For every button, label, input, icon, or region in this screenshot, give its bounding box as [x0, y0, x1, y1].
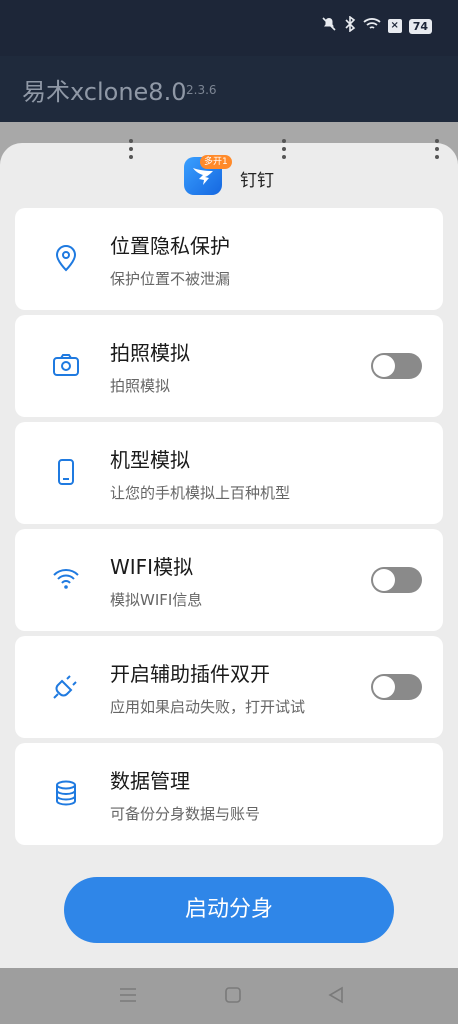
card-data-management[interactable]: 数据管理 可备份分身数据与账号 — [15, 743, 443, 845]
plugin-dual-open-toggle[interactable] — [371, 674, 422, 700]
card-camera-simulation[interactable]: 拍照模拟 拍照模拟 — [15, 315, 443, 417]
mute-icon — [321, 16, 337, 36]
start-clone-button[interactable]: 启动分身 — [64, 877, 394, 943]
menu-nav-icon[interactable] — [118, 986, 138, 1009]
wifi-icon — [53, 569, 79, 589]
sheet-header: 多开1 钉钉 — [0, 155, 458, 197]
bluetooth-icon — [344, 15, 356, 36]
status-bar: × 74 — [0, 0, 458, 56]
location-pin-icon — [55, 244, 77, 272]
card-title: 数据管理 — [110, 769, 190, 793]
app-version: 2.3.6 — [186, 83, 217, 97]
card-title: 机型模拟 — [110, 448, 190, 472]
x-status-icon: × — [387, 19, 402, 33]
card-plugin-dual-open[interactable]: 开启辅助插件双开 应用如果启动失败，打开试试 — [15, 636, 443, 738]
toggle-knob — [373, 569, 395, 591]
app-name: 钉钉 — [240, 171, 274, 191]
card-wifi-simulation[interactable]: WIFI模拟 模拟WIFI信息 — [15, 529, 443, 631]
toggle-knob — [373, 355, 395, 377]
card-subtitle: 保护位置不被泄漏 — [110, 270, 231, 288]
app-title: 易术xclone8.0 — [22, 78, 187, 106]
back-nav-icon[interactable] — [327, 986, 345, 1009]
database-icon — [56, 780, 76, 806]
camera-icon — [53, 354, 79, 376]
system-nav-bar — [0, 968, 458, 1024]
wifi-status-icon — [363, 17, 381, 35]
card-title: 拍照模拟 — [110, 341, 190, 365]
card-location-privacy[interactable]: 位置隐私保护 保护位置不被泄漏 — [15, 208, 443, 310]
status-icons: × 74 — [321, 15, 432, 36]
card-subtitle: 让您的手机模拟上百种机型 — [110, 484, 291, 502]
card-subtitle: 模拟WIFI信息 — [110, 591, 203, 609]
clone-options-sheet: 多开1 钉钉 位置隐私保护 保护位置不被泄漏 拍照模拟 拍照模拟 机型模拟 让您… — [0, 139, 458, 968]
card-subtitle: 拍照模拟 — [110, 377, 171, 395]
battery-indicator: 74 — [408, 18, 432, 34]
card-subtitle: 应用如果启动失败，打开试试 — [110, 698, 306, 716]
card-subtitle: 可备份分身数据与账号 — [110, 805, 261, 823]
app-bar: 易术xclone8.0 2.3.6 — [0, 56, 458, 122]
card-device-model-simulation[interactable]: 机型模拟 让您的手机模拟上百种机型 — [15, 422, 443, 524]
home-nav-icon[interactable] — [224, 986, 242, 1009]
card-title: 开启辅助插件双开 — [110, 662, 270, 686]
wifi-simulation-toggle[interactable] — [371, 567, 422, 593]
clone-count-badge: 多开1 — [200, 155, 232, 169]
camera-simulation-toggle[interactable] — [371, 353, 422, 379]
card-title: WIFI模拟 — [110, 555, 194, 579]
card-title: 位置隐私保护 — [110, 234, 230, 258]
plugin-icon — [53, 675, 77, 699]
phone-icon — [58, 459, 74, 485]
toggle-knob — [373, 676, 395, 698]
